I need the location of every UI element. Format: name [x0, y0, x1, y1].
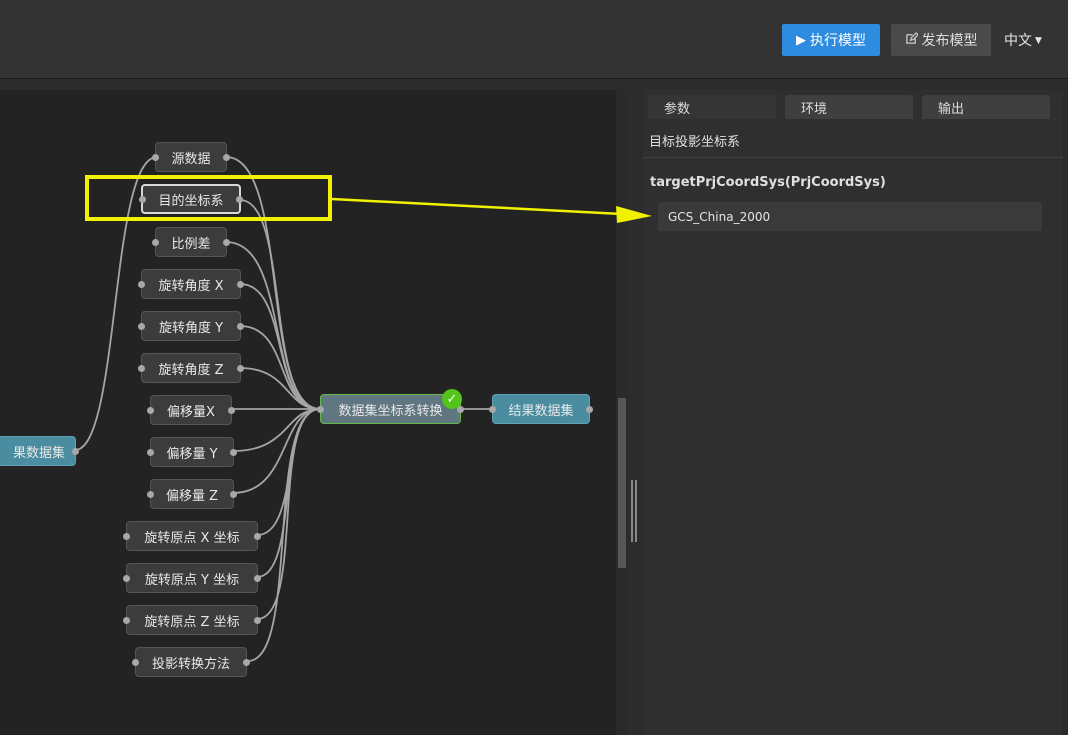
annotation-arrow	[331, 197, 652, 223]
